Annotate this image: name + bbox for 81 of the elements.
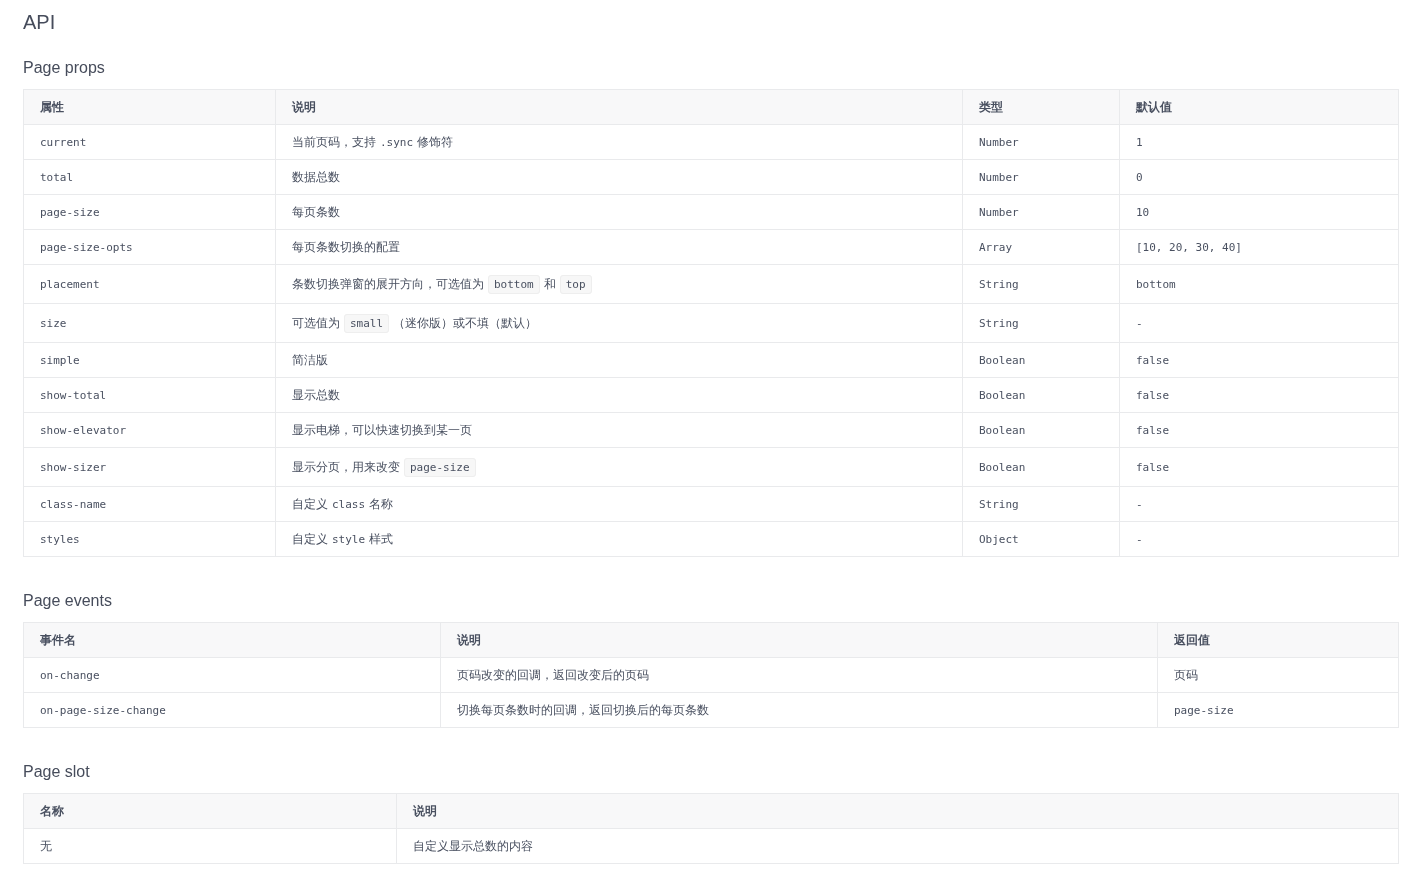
code-text: String bbox=[979, 277, 1019, 291]
cell-text: 数据总数 bbox=[292, 170, 340, 184]
section-heading: Page props bbox=[23, 58, 106, 78]
code-text: false bbox=[1136, 423, 1170, 437]
code-text: .sync bbox=[380, 135, 414, 149]
section-heading: Page events bbox=[23, 591, 113, 611]
page-title: API bbox=[23, 10, 57, 35]
column-header: 默认值 bbox=[1119, 89, 1399, 125]
cell-text: 修饰符 bbox=[417, 134, 454, 149]
code-text: style bbox=[332, 532, 366, 546]
section-heading: Page slot bbox=[23, 762, 91, 782]
column-header: 说明 bbox=[440, 622, 1158, 658]
code-text: current bbox=[40, 135, 87, 149]
code-text: bottom bbox=[1136, 277, 1176, 291]
code-text: 1 bbox=[1136, 135, 1143, 149]
code-tag: bottom bbox=[488, 274, 540, 294]
code-text: page-size bbox=[1174, 703, 1234, 717]
code-text: simple bbox=[40, 353, 80, 367]
code-tag: small bbox=[344, 313, 390, 333]
code-text: false bbox=[1136, 460, 1170, 474]
code-text: Boolean bbox=[979, 388, 1026, 402]
code-text: false bbox=[1136, 353, 1170, 367]
cell-text: （迷你版）或不填（默认） bbox=[393, 315, 538, 330]
code-text: Object bbox=[979, 532, 1019, 546]
code-text: [10, 20, 30, 40] bbox=[1136, 240, 1242, 254]
cell-text: 当前页码，支持 bbox=[292, 134, 376, 149]
code-text: 0 bbox=[1136, 170, 1143, 184]
code-text: Number bbox=[979, 135, 1019, 149]
code-text: Number bbox=[979, 205, 1019, 219]
code-text: total bbox=[40, 170, 74, 184]
code-text: on-page-size-change bbox=[40, 703, 166, 717]
cell-text: 每页条数切换的配置 bbox=[292, 240, 400, 254]
code-text: 10 bbox=[1136, 205, 1150, 219]
cell-text: 自定义显示总数的内容 bbox=[413, 839, 533, 853]
code-text: show-total bbox=[40, 388, 107, 402]
cell-text: 无 bbox=[40, 839, 52, 853]
cell-text: 页码 bbox=[1174, 668, 1198, 682]
code-text: - bbox=[1136, 316, 1143, 330]
cell-text: 显示分页，用来改变 bbox=[292, 459, 400, 474]
column-header: 事件名 bbox=[23, 622, 441, 658]
code-text: Boolean bbox=[979, 460, 1026, 474]
code-text: Array bbox=[979, 240, 1013, 254]
code-text: String bbox=[979, 316, 1019, 330]
cell-text: 名称 bbox=[369, 496, 394, 511]
code-text: on-change bbox=[40, 668, 100, 682]
column-header: 属性 bbox=[23, 89, 276, 125]
cell-text: 简洁版 bbox=[292, 353, 328, 367]
code-tag: page-size bbox=[404, 457, 476, 477]
cell-text: 显示总数 bbox=[292, 388, 340, 402]
code-text: class-name bbox=[40, 497, 107, 511]
column-header: 名称 bbox=[23, 793, 397, 829]
code-text: class bbox=[332, 497, 366, 511]
cell-text: 条数切换弹窗的展开方向，可选值为 bbox=[292, 276, 484, 291]
code-text: Boolean bbox=[979, 423, 1026, 437]
code-text: Boolean bbox=[979, 353, 1026, 367]
code-text: page-size bbox=[40, 205, 100, 219]
code-text: Number bbox=[979, 170, 1019, 184]
cell-text: 切换每页条数时的回调，返回切换后的每页条数 bbox=[457, 703, 709, 717]
cell-text: 可选值为 bbox=[292, 315, 340, 330]
column-header: 说明 bbox=[396, 793, 1399, 829]
code-text: - bbox=[1136, 497, 1143, 511]
cell-text: 和 bbox=[543, 276, 556, 291]
code-text: show-sizer bbox=[40, 460, 107, 474]
cell-text: 自定义 bbox=[292, 496, 328, 511]
cell-text: 样式 bbox=[369, 531, 394, 546]
code-text: String bbox=[979, 497, 1019, 511]
cell-text: 页码改变的回调，返回改变后的页码 bbox=[457, 668, 649, 682]
code-tag: top bbox=[559, 274, 592, 294]
cell-text: 显示电梯，可以快速切换到某一页 bbox=[292, 423, 472, 437]
code-text: size bbox=[40, 316, 67, 330]
column-header: 类型 bbox=[962, 89, 1120, 125]
code-text: false bbox=[1136, 388, 1170, 402]
code-text: show-elevator bbox=[40, 423, 127, 437]
column-header: 返回值 bbox=[1157, 622, 1399, 658]
code-text: styles bbox=[40, 532, 80, 546]
code-text: page-size-opts bbox=[40, 240, 133, 254]
cell-text: 自定义 bbox=[292, 531, 328, 546]
cell-text: 每页条数 bbox=[292, 205, 340, 219]
code-text: - bbox=[1136, 532, 1143, 546]
column-header: 说明 bbox=[275, 89, 963, 125]
code-text: placement bbox=[40, 277, 100, 291]
